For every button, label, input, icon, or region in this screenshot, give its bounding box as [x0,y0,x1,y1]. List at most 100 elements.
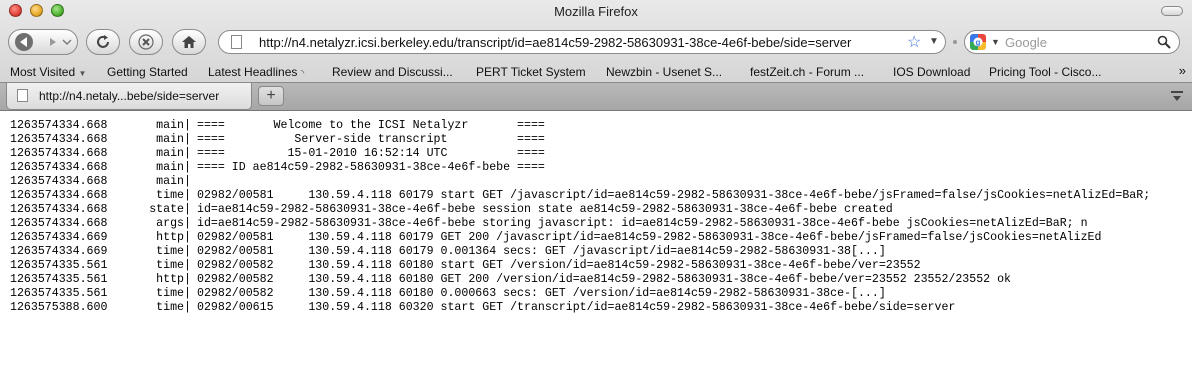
search-input[interactable]: Google [1005,35,1047,50]
window-title: Mozilla Firefox [554,4,638,19]
column-separator: | [184,287,191,300]
forward-arrow-icon [50,38,72,46]
module-name: time [156,189,184,202]
home-button[interactable] [172,29,206,55]
back-forward-group [8,29,78,55]
bookmark-festzeit[interactable]: festZeit.ch - Forum ... [750,65,864,79]
transcript-line: 1263574334.668 state | id=ae814c59-2982-586… [10,203,1192,217]
column-separator: | [184,231,191,244]
navigation-toolbar: http://n4.netalyzr.icsi.berkeley.edu/tra… [0,24,1192,60]
back-arrow-icon [15,33,33,51]
log-message: ==== Welcome to the ICSI Netalyzr ==== [197,119,545,132]
toolbar-separator-dot [953,40,957,44]
bookmarks-toolbar: Most Visited ▼ Getting Started Latest He… [0,62,1192,82]
column-separator: | [184,245,191,258]
log-message: id=ae814c59-2982-58630931-38ce-4e6f-bebe… [197,203,893,216]
module-name: http [156,231,184,244]
google-icon[interactable]: g [970,34,986,50]
bookmark-getting-started[interactable]: Getting Started [107,65,188,79]
new-tab-button[interactable]: + [258,86,284,106]
bookmark-star-icon[interactable]: ☆ [907,32,921,52]
bookmark-pert-ticket-system[interactable]: PERT Ticket System [476,65,586,79]
log-message: 02982/00582 130.59.4.118 60180 start GET… [197,259,921,272]
module-name: state [149,203,184,216]
transcript-line: 1263574334.668 main | ==== ID ae814c59-2982… [10,161,1192,175]
transcript-line: 1263574335.561 time | 02982/00582 130.59.4.… [10,259,1192,273]
log-message: 02982/00582 130.59.4.118 60180 GET 200 /… [197,273,1012,286]
address-input[interactable]: http://n4.netalyzr.icsi.berkeley.edu/tra… [259,35,851,50]
bookmark-pricing-tool[interactable]: Pricing Tool - Cisco... [989,65,1101,79]
column-separator: | [184,273,191,286]
column-separator: | [184,133,191,146]
column-separator: | [184,189,191,202]
svg-text:g: g [976,38,981,47]
forward-button[interactable] [41,30,77,54]
search-bar[interactable]: g ▼ Google [964,30,1180,54]
module-name: main [156,175,184,188]
log-message: 02982/00582 130.59.4.118 60180 0.000663 … [197,287,886,300]
title-bar[interactable]: Mozilla Firefox [0,0,1192,24]
tab-transcript[interactable]: http://n4.netaly...bebe/side=server [6,83,252,110]
log-message: 02982/00615 130.59.4.118 60320 start GET… [197,301,956,314]
bookmark-ios-download[interactable]: IOS Download [893,65,970,79]
module-name: time [156,245,184,258]
transcript-line: 1263574334.668 main | ==== 15-01-2010 16:52… [10,147,1192,161]
module-name: main [156,133,184,146]
home-icon [182,36,196,48]
log-message: ==== 15-01-2010 16:52:14 UTC ==== [197,147,545,160]
transcript-line: 1263574334.669 http | 02982/00581 130.59.4.… [10,231,1192,245]
bookmark-review-and-discussion[interactable]: Review and Discussi... [332,65,453,79]
transcript-line: 1263574334.668 args | id=ae814c59-2982-5863… [10,217,1192,231]
bookmark-latest-headlines[interactable]: Latest Headlines ◝ [208,65,304,79]
bookmark-label: Most Visited [10,65,76,79]
address-bar[interactable]: http://n4.netalyzr.icsi.berkeley.edu/tra… [218,30,946,54]
transcript-line: 1263574334.669 time | 02982/00581 130.59.4.… [10,245,1192,259]
column-separator: | [184,147,191,160]
transcript-line: 1263574335.561 time | 02982/00582 130.59.4.… [10,287,1192,301]
search-engine-dropdown-icon[interactable]: ▼ [991,37,1000,47]
bookmarks-overflow-icon[interactable]: » [1179,63,1186,78]
module-name: time [156,287,184,300]
bookmark-most-visited[interactable]: Most Visited ▼ [10,65,86,79]
module-name: main [156,161,184,174]
column-separator: | [184,161,191,174]
log-message: 02982/00581 130.59.4.118 60179 start GET… [197,189,1151,202]
transcript-line: 1263574334.668 main | [10,175,1192,189]
back-button[interactable] [9,30,39,54]
reload-button[interactable] [86,29,120,55]
transcript-line: 1263575388.600 time | 02982/00615 130.59.4.… [10,301,1192,315]
page-icon [231,35,242,49]
page-icon [17,89,28,102]
column-separator: | [184,217,191,230]
transcript-line: 1263574334.668 main | ==== Welcome to the I… [10,119,1192,133]
log-message: id=ae814c59-2982-58630931-38ce-4e6f-bebe… [197,217,1088,230]
stop-button[interactable] [129,29,163,55]
stop-icon [138,34,154,50]
transcript-line: 1263574334.668 time | 02982/00581 130.59.4.… [10,189,1192,203]
toolbar-toggle-button[interactable] [1161,6,1183,16]
log-message: ==== ID ae814c59-2982-58630931-38ce-4e6f… [197,161,545,174]
column-separator: | [184,301,191,314]
page-content: 1263574334.668 main | ==== Welcome to the I… [0,110,1192,388]
bookmark-label: Latest Headlines [208,65,298,79]
column-separator: | [184,175,191,188]
log-message: ==== Server-side transcript ==== [197,133,545,146]
transcript-line: 1263574334.668 main | ==== Server-side tran… [10,133,1192,147]
module-name: args [156,217,184,230]
log-message: 02982/00581 130.59.4.118 60179 0.001364 … [197,245,886,258]
bookmark-newzbin[interactable]: Newzbin - Usenet S... [606,65,722,79]
list-all-tabs-icon[interactable] [1170,89,1184,103]
module-name: time [156,301,184,314]
column-separator: | [184,259,191,272]
url-history-dropdown-icon[interactable]: ▼ [929,36,939,47]
column-separator: | [184,203,191,216]
tab-strip: http://n4.netaly...bebe/side=server + [0,82,1192,110]
search-icon[interactable] [1157,35,1171,49]
reload-icon [97,35,109,48]
module-name: http [156,273,184,286]
dropdown-icon: ▼ [78,69,87,78]
log-message: 02982/00581 130.59.4.118 60179 GET 200 /… [197,231,1102,244]
module-name: main [156,119,184,132]
column-separator: | [184,119,191,132]
rss-feed-icon: ◝ [300,68,305,78]
